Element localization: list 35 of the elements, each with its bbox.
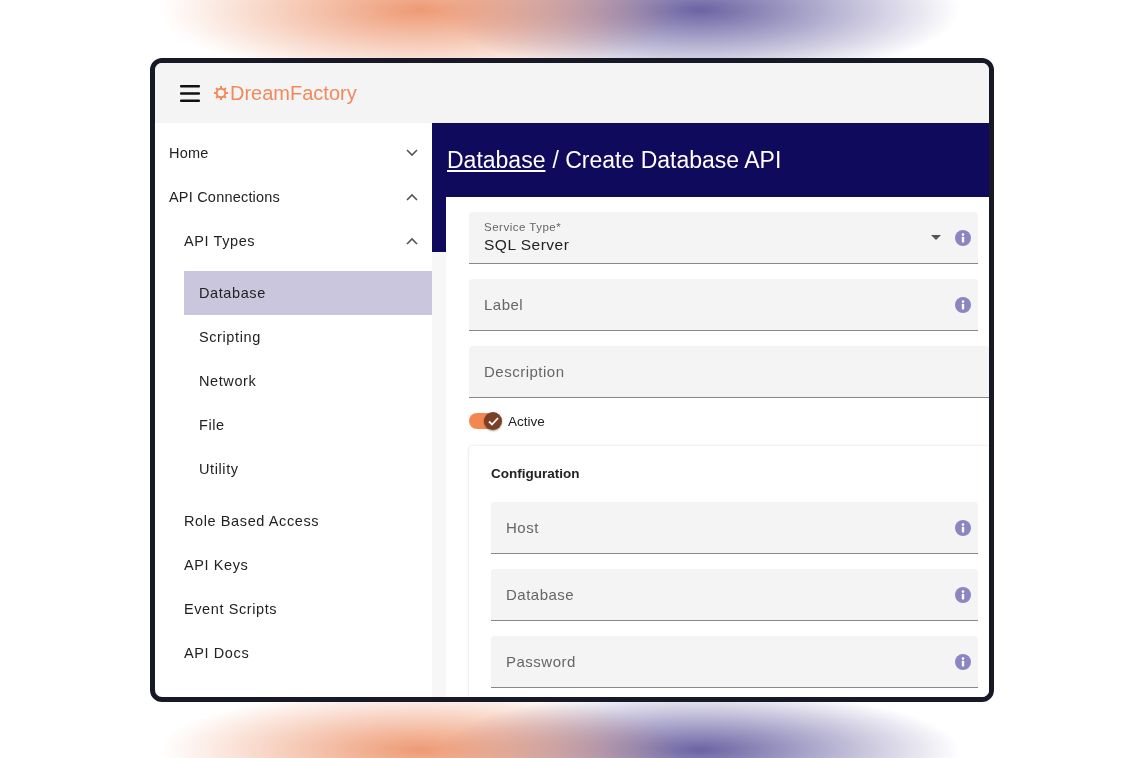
gear-icon xyxy=(214,86,228,100)
sidebar-item[interactable]: Database xyxy=(184,271,432,315)
active-toggle[interactable]: Active xyxy=(469,410,989,432)
sidebar-item[interactable]: API Docs xyxy=(155,631,432,675)
sidebar-item[interactable]: Network xyxy=(184,359,432,403)
info-icon[interactable] xyxy=(955,296,971,313)
sidebar-item[interactable]: API Connections xyxy=(155,175,432,219)
breadcrumb-link[interactable]: Database xyxy=(447,146,546,174)
sidebar-item[interactable]: API Keys xyxy=(155,543,432,587)
text-field[interactable]: Password xyxy=(491,636,978,688)
sidebar-item[interactable]: File xyxy=(184,403,432,447)
info-icon[interactable] xyxy=(955,229,971,246)
sidebar-item[interactable]: Utility xyxy=(184,447,432,491)
chevron-up-icon[interactable] xyxy=(406,193,418,201)
menu-icon[interactable] xyxy=(180,84,200,102)
dropdown-caret-icon xyxy=(931,235,941,240)
section-title: Configuration xyxy=(491,466,581,481)
text-field[interactable]: Description xyxy=(469,346,989,398)
chevron-up-icon[interactable] xyxy=(406,237,418,245)
sidebar-item[interactable]: Event Scripts xyxy=(155,587,432,631)
sidebar-item[interactable]: Role Based Access xyxy=(155,499,432,543)
chevron-down-icon[interactable] xyxy=(406,149,418,157)
check-icon xyxy=(487,416,499,426)
page-title: / Create Database API xyxy=(552,146,782,174)
service-type-select[interactable]: Service Type* SQL Server xyxy=(469,212,978,264)
sidebar-item[interactable]: API Types xyxy=(155,219,432,263)
sidebar-item[interactable]: Home xyxy=(155,131,432,175)
text-field[interactable]: Database xyxy=(491,569,978,621)
brand-name: DreamFactory xyxy=(230,81,357,105)
sidebar-item[interactable]: Scripting xyxy=(184,315,432,359)
info-icon[interactable] xyxy=(955,653,971,670)
text-field[interactable]: Label xyxy=(469,279,978,331)
info-icon[interactable] xyxy=(955,586,971,603)
info-icon[interactable] xyxy=(955,519,971,536)
text-field[interactable]: Host xyxy=(491,502,978,554)
